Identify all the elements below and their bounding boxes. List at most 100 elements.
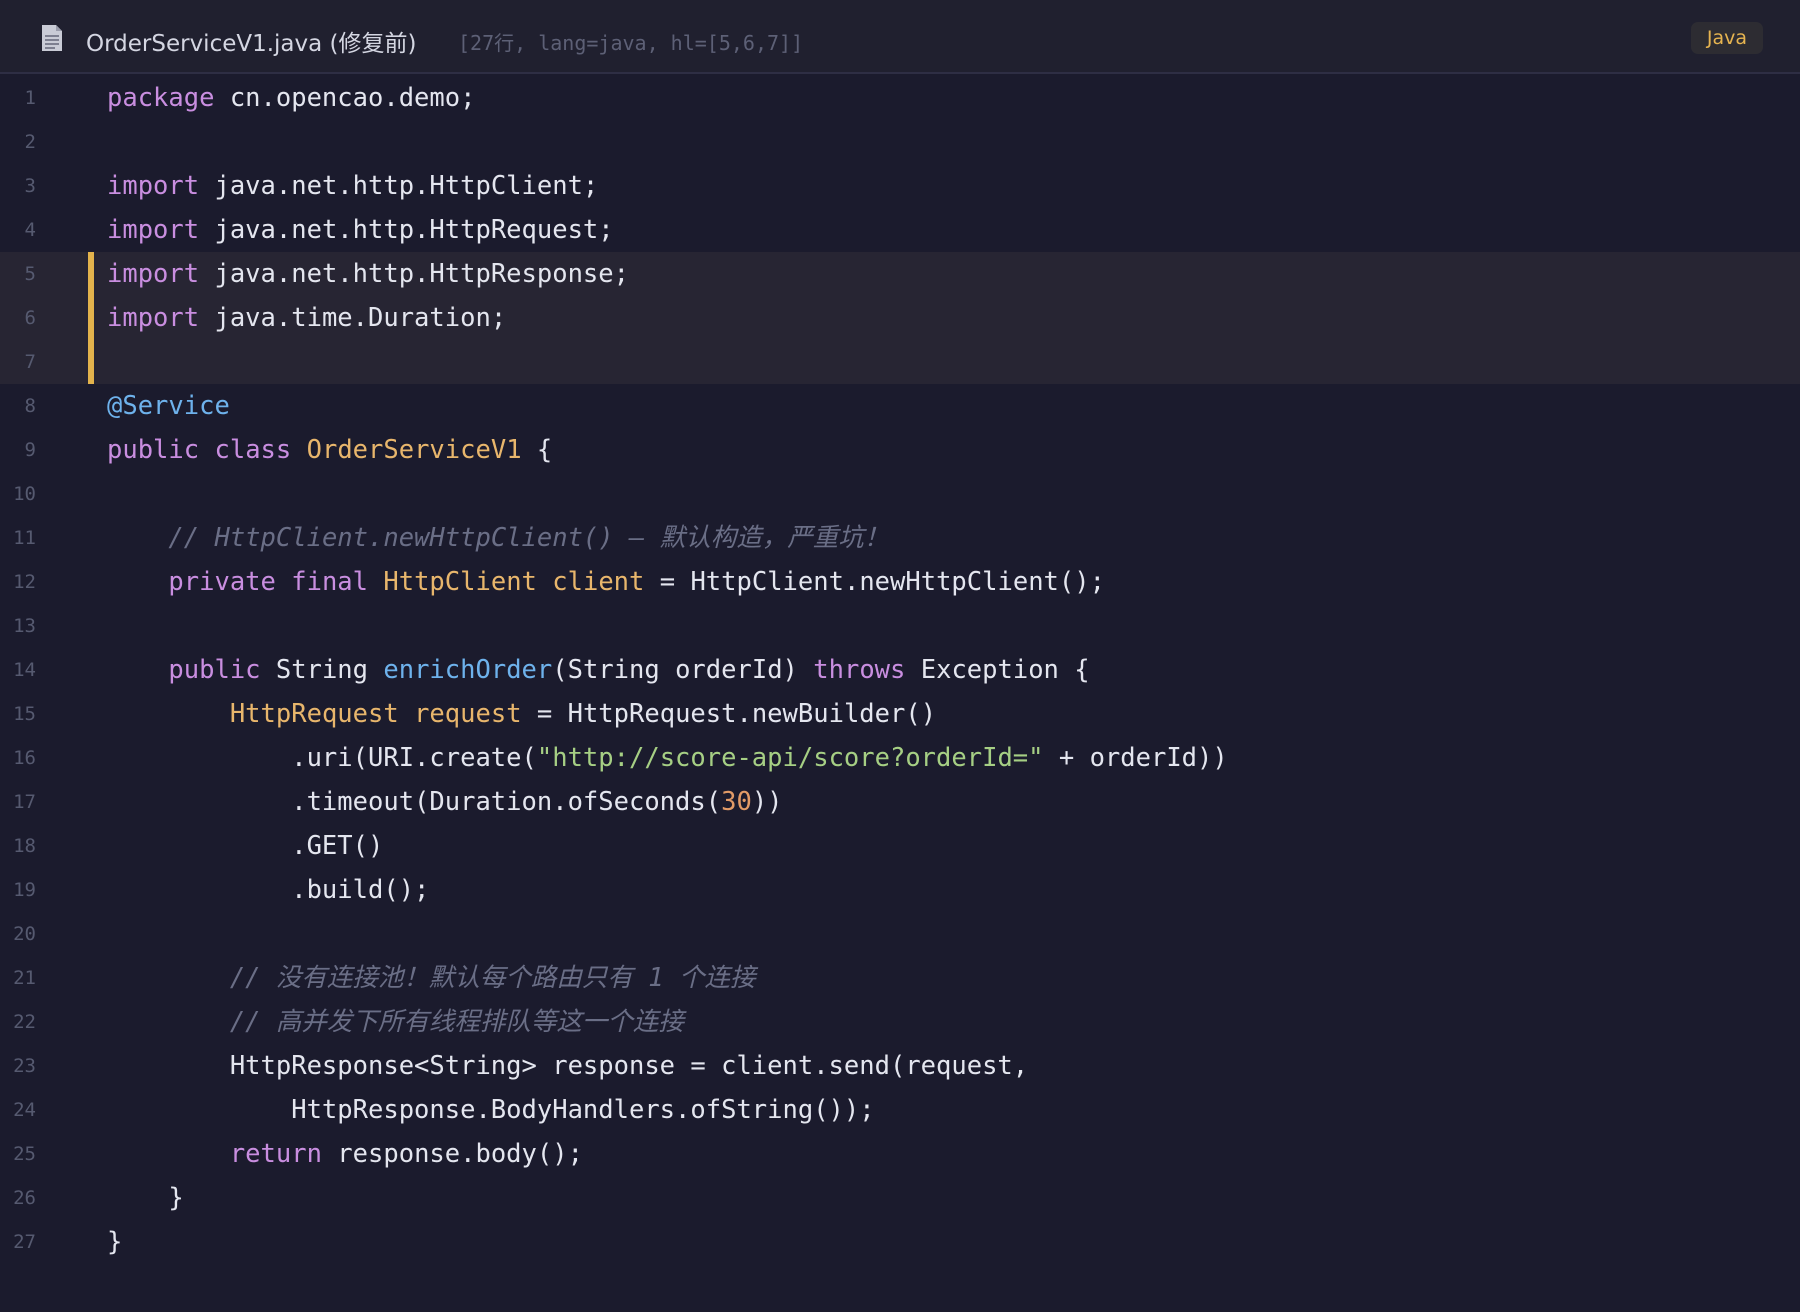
code-line: 17 .timeout(Duration.ofSeconds(30)) bbox=[0, 780, 1800, 824]
code-text: package cn.opencao.demo; bbox=[107, 76, 475, 120]
code-line: 5 import java.net.http.HttpResponse; bbox=[0, 252, 1800, 296]
code-token: @Service bbox=[107, 391, 230, 421]
code-token: import bbox=[107, 215, 200, 245]
code-line: 26 } bbox=[0, 1176, 1800, 1220]
code-token: "http://score-api/score?orderId=" bbox=[536, 743, 1044, 773]
line-number: 12 bbox=[13, 571, 36, 593]
code-text: .GET() bbox=[107, 824, 383, 868]
code-token: java.net.http.HttpResponse; bbox=[199, 259, 629, 289]
code-line: 8 @Service bbox=[0, 384, 1800, 428]
code-line: 10 bbox=[0, 472, 1800, 516]
code-line: 27} bbox=[0, 1220, 1800, 1264]
code-text: import java.time.Duration; bbox=[107, 296, 506, 340]
code-token: // 高并发下所有线程排队等这一个连接 bbox=[229, 1007, 684, 1037]
code-token: java.net.http.HttpClient; bbox=[199, 171, 599, 201]
code-token: throws bbox=[813, 655, 906, 685]
code-token: cn.opencao.demo; bbox=[214, 83, 476, 113]
line-number: 24 bbox=[13, 1099, 36, 1121]
code-token: public bbox=[107, 435, 200, 465]
code-token: HttpRequest bbox=[229, 699, 399, 729]
code-token: HttpClient bbox=[383, 567, 537, 597]
code-token: )) bbox=[751, 787, 783, 817]
code-token: response.body(); bbox=[321, 1139, 583, 1169]
code-text: .timeout(Duration.ofSeconds(30)) bbox=[107, 780, 783, 824]
line-number: 20 bbox=[13, 923, 36, 945]
code-token: Exception { bbox=[905, 655, 1090, 685]
code-token: + orderId)) bbox=[1043, 743, 1228, 773]
code-token: private bbox=[168, 567, 276, 597]
code-text: import java.net.http.HttpClient; bbox=[107, 164, 598, 208]
code-area: 1 package cn.opencao.demo; 2 3 import java.n… bbox=[0, 76, 1800, 1264]
line-number: 22 bbox=[13, 1011, 36, 1033]
code-line: 13 bbox=[0, 604, 1800, 648]
line-number: 5 bbox=[24, 263, 36, 285]
code-text: // HttpClient.newHttpClient() — 默认构造，严重坑… bbox=[107, 516, 889, 560]
code-viewer: OrderServiceV1.java (修复前) [27行, lang=jav… bbox=[0, 0, 1800, 1312]
code-text: HttpResponse.BodyHandlers.ofString()); bbox=[107, 1088, 874, 1132]
code-token: = HttpRequest.newBuilder() bbox=[521, 699, 937, 729]
code-line: 25 return response.body(); bbox=[0, 1132, 1800, 1176]
code-token: .timeout(Duration.ofSeconds( bbox=[107, 787, 722, 817]
line-number: 14 bbox=[13, 659, 36, 681]
code-token: return bbox=[229, 1139, 322, 1169]
code-line: 4 import java.net.http.HttpRequest; bbox=[0, 208, 1800, 252]
line-number: 1 bbox=[24, 87, 36, 109]
code-token: package bbox=[107, 83, 215, 113]
code-token: .GET() bbox=[107, 831, 384, 861]
code-line: 7 bbox=[0, 340, 1800, 384]
code-token: 30 bbox=[721, 787, 752, 817]
line-number: 21 bbox=[13, 967, 36, 989]
code-line: 21 // 没有连接池！默认每个路由只有 1 个连接 bbox=[0, 956, 1800, 1000]
code-token: HttpResponse<String> response = client.s… bbox=[107, 1051, 1029, 1081]
line-number: 10 bbox=[13, 483, 36, 505]
code-token: final bbox=[291, 567, 369, 597]
line-number: 4 bbox=[24, 219, 36, 241]
code-text: HttpResponse<String> response = client.s… bbox=[107, 1044, 1028, 1088]
code-line: 9 public class OrderServiceV1 { bbox=[0, 428, 1800, 472]
code-line: 23 HttpResponse<String> response = clien… bbox=[0, 1044, 1800, 1088]
code-line: 22 // 高并发下所有线程排队等这一个连接 bbox=[0, 1000, 1800, 1044]
line-number: 13 bbox=[13, 615, 36, 637]
code-token: String bbox=[260, 655, 384, 685]
code-line: 2 bbox=[0, 120, 1800, 164]
line-number: 8 bbox=[24, 395, 36, 417]
code-line: 6 import java.time.Duration; bbox=[0, 296, 1800, 340]
code-text: public class OrderServiceV1 { bbox=[107, 428, 552, 472]
code-line: 11 // HttpClient.newHttpClient() — 默认构造，… bbox=[0, 516, 1800, 560]
code-line: 3 import java.net.http.HttpClient; bbox=[0, 164, 1800, 208]
code-line: 24 HttpResponse.BodyHandlers.ofString())… bbox=[0, 1088, 1800, 1132]
line-number: 26 bbox=[13, 1187, 36, 1209]
code-token: import bbox=[107, 303, 200, 333]
code-text: private final HttpClient client = HttpCl… bbox=[107, 560, 1105, 604]
code-token: public bbox=[168, 655, 261, 685]
file-meta: [27行, lang=java, hl=[5,6,7]] bbox=[458, 31, 804, 55]
code-text: import java.net.http.HttpRequest; bbox=[107, 208, 614, 252]
code-line: 20 bbox=[0, 912, 1800, 956]
line-number: 7 bbox=[24, 351, 36, 373]
code-text: .build(); bbox=[107, 868, 429, 912]
code-token: // 没有连接池！默认每个路由只有 1 个连接 bbox=[229, 963, 756, 993]
code-token: request bbox=[414, 699, 522, 729]
code-text: // 没有连接池！默认每个路由只有 1 个连接 bbox=[107, 956, 756, 1000]
code-text: // 高并发下所有线程排队等这一个连接 bbox=[107, 1000, 684, 1044]
code-token: .uri(URI.create( bbox=[107, 743, 537, 773]
code-line: 16 .uri(URI.create("http://score-api/sco… bbox=[0, 736, 1800, 780]
code-token: java.time.Duration; bbox=[199, 303, 507, 333]
code-token: // HttpClient.newHttpClient() — 默认构造，严重坑… bbox=[168, 523, 890, 553]
line-number: 9 bbox=[24, 439, 36, 461]
code-line: 19 .build(); bbox=[0, 868, 1800, 912]
code-token: OrderServiceV1 bbox=[306, 435, 522, 465]
file-header: OrderServiceV1.java (修复前) [27行, lang=jav… bbox=[0, 0, 1800, 74]
line-number: 3 bbox=[24, 175, 36, 197]
line-number: 18 bbox=[13, 835, 36, 857]
code-line: 12 private final HttpClient client = Htt… bbox=[0, 560, 1800, 604]
code-token: .build(); bbox=[107, 875, 430, 905]
